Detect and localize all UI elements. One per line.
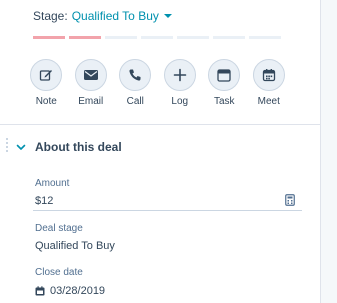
log-label: Log [171, 96, 189, 107]
stage-selector[interactable]: Stage: Qualified To Buy [33, 7, 172, 25]
deal-stage-label: Deal stage [35, 223, 83, 234]
call-button[interactable] [119, 59, 152, 91]
section-title: About this deal [35, 140, 122, 154]
progress-segment [177, 36, 209, 39]
right-sidebar-edge [320, 0, 337, 303]
activity-actions: Note Email Call Log Task Meet [24, 59, 304, 107]
phone-icon [129, 69, 141, 81]
calendar-icon [262, 69, 275, 82]
meet-action[interactable]: Meet [247, 59, 292, 107]
envelope-icon [83, 70, 98, 80]
pencil-icon [40, 70, 53, 81]
drag-handle-icon[interactable] [6, 138, 10, 154]
calculator-icon[interactable] [285, 193, 295, 211]
amount-field[interactable]: $12 [35, 195, 53, 207]
task-action[interactable]: Task [202, 59, 247, 107]
chevron-down-icon[interactable] [14, 140, 28, 154]
stage-value[interactable]: Qualified To Buy [72, 9, 159, 23]
amount-field-underline [33, 210, 302, 211]
note-action[interactable]: Note [24, 59, 69, 107]
note-label: Note [35, 96, 57, 107]
progress-segment [141, 36, 173, 39]
call-label: Call [126, 96, 144, 107]
stage-label: Stage: [33, 9, 68, 23]
task-label: Task [213, 96, 235, 107]
task-button[interactable] [208, 59, 241, 91]
progress-segment [69, 36, 101, 39]
close-date-field[interactable]: 03/28/2019 [35, 285, 105, 297]
meet-button[interactable] [252, 59, 285, 91]
close-date-value: 03/28/2019 [50, 285, 106, 297]
plus-icon [173, 68, 187, 82]
calendar-icon [35, 286, 45, 296]
progress-segment [33, 36, 65, 39]
deal-sidebar-panel: Stage: Qualified To Buy Note Email Call … [0, 0, 320, 303]
email-button[interactable] [74, 59, 107, 91]
meet-label: Meet [257, 96, 280, 107]
progress-segment [249, 36, 281, 39]
email-label: Email [78, 96, 104, 107]
amount-label: Amount [35, 178, 70, 189]
call-action[interactable]: Call [113, 59, 158, 107]
progress-segment [213, 36, 245, 39]
about-deal-section-header[interactable]: About this deal [14, 139, 122, 155]
section-divider [0, 124, 320, 125]
stage-progress-bar [33, 36, 285, 39]
note-button[interactable] [30, 59, 63, 91]
email-action[interactable]: Email [69, 59, 114, 107]
caret-down-icon[interactable] [163, 14, 172, 18]
close-date-label: Close date [35, 267, 83, 278]
deal-stage-field[interactable]: Qualified To Buy [35, 240, 115, 252]
log-action[interactable]: Log [158, 59, 203, 107]
task-window-icon [217, 68, 231, 82]
log-button[interactable] [163, 59, 196, 91]
progress-segment [105, 36, 137, 39]
